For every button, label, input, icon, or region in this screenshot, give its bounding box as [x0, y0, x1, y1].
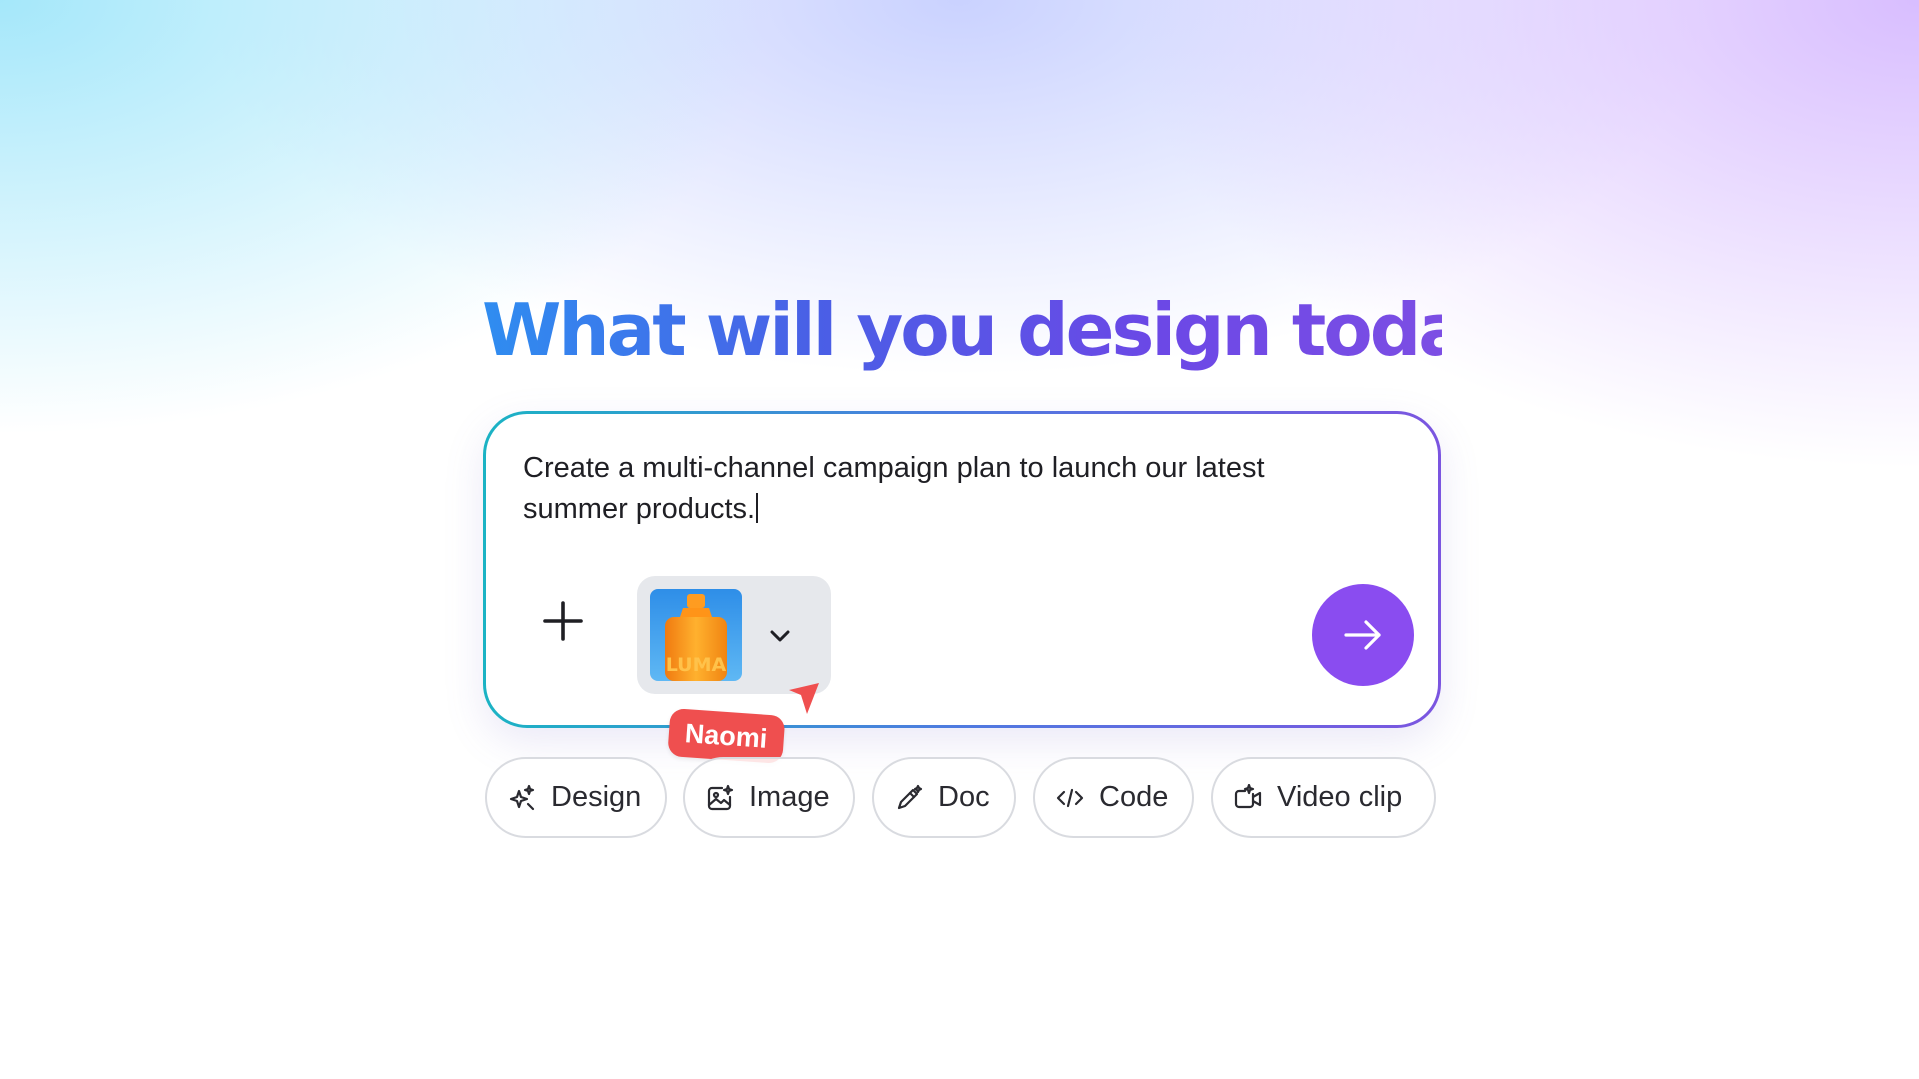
submit-button[interactable] [1312, 584, 1414, 686]
chip-image-label: Image [749, 781, 830, 813]
thumbnail-label: LUMA [666, 654, 727, 676]
chip-doc-label: Doc [938, 781, 990, 813]
chevron-down-icon [770, 630, 790, 642]
collaborator-name-tag: Naomi [667, 708, 785, 764]
magic-pen-icon [894, 783, 924, 813]
prompt-box-inner: Create a multi-channel campaign plan to … [486, 414, 1438, 725]
text-caret [756, 493, 759, 523]
chip-doc[interactable]: Doc [872, 757, 1016, 838]
image-plus-icon [705, 783, 735, 813]
prompt-input[interactable]: Create a multi-channel campaign plan to … [523, 448, 1343, 530]
chip-design-label: Design [551, 781, 642, 813]
code-icon [1055, 783, 1085, 813]
chip-video-clip-label: Video clip [1277, 781, 1403, 813]
brand-asset-picker[interactable]: LUMA [637, 576, 831, 694]
collaborator-cursor-icon [789, 683, 819, 714]
sparkle-icon [507, 783, 537, 813]
prompt-input-text: Create a multi-channel campaign plan to … [523, 452, 1265, 525]
chip-image[interactable]: Image [683, 757, 855, 838]
chip-video-clip[interactable]: Video clip [1211, 757, 1436, 838]
chip-code[interactable]: Code [1033, 757, 1194, 838]
product-thumbnail: LUMA [650, 589, 742, 681]
video-clip-icon [1233, 783, 1263, 813]
add-button[interactable] [537, 595, 589, 647]
page-title: What will you design today? [482, 282, 1547, 378]
chip-design[interactable]: Design [485, 757, 667, 838]
chip-code-label: Code [1099, 781, 1169, 813]
arrow-right-icon [1344, 620, 1381, 650]
plus-icon [543, 601, 583, 641]
prompt-box: Create a multi-channel campaign plan to … [483, 411, 1441, 728]
